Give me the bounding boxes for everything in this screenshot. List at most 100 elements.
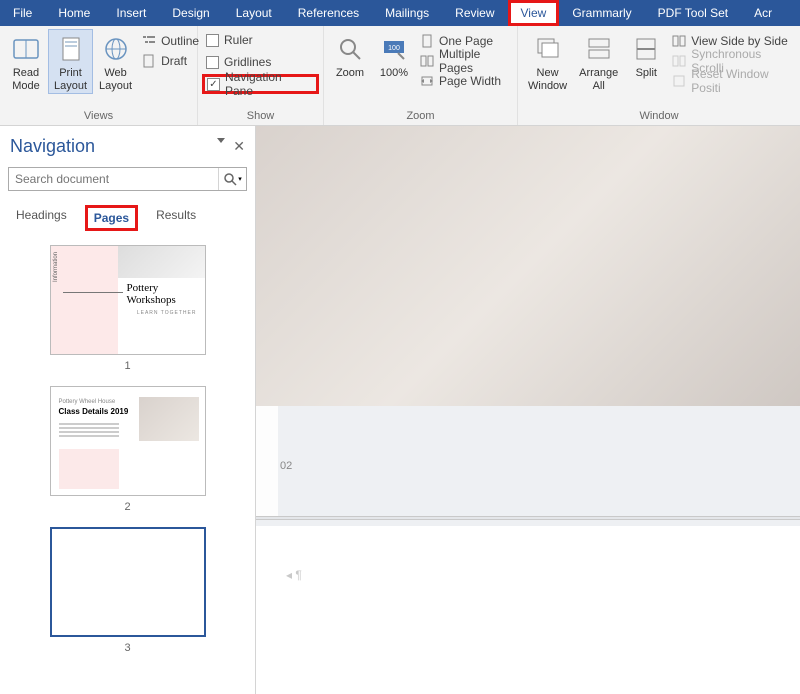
thumb1-sub: LEARN TOGETHER — [137, 310, 197, 316]
multiple-pages-button[interactable]: Multiple Pages — [416, 51, 513, 71]
checkbox-icon — [206, 56, 219, 69]
main-area: Navigation ✕ ▾ Headings Pages Results In… — [0, 126, 800, 694]
draft-button[interactable]: Draft — [138, 51, 203, 71]
sync-scroll-icon — [672, 54, 686, 68]
page-thumbnail-3[interactable] — [50, 527, 206, 637]
web-layout-label: Web Layout — [99, 67, 132, 93]
thumb2-kicker: Pottery Wheel House — [59, 399, 116, 405]
ribbon-group-zoom: Zoom 100 100% One Page Multiple Pages Pa… — [324, 26, 518, 125]
tab-references[interactable]: References — [285, 0, 372, 26]
side-by-side-label: View Side by Side — [691, 34, 788, 48]
navigation-panel: Navigation ✕ ▾ Headings Pages Results In… — [0, 126, 256, 694]
thumbnail-item: Information Pottery Workshops LEARN TOGE… — [0, 245, 255, 372]
new-window-label: New Window — [528, 67, 567, 93]
thumbnail-item: 3 — [0, 527, 255, 654]
tab-insert[interactable]: Insert — [103, 0, 159, 26]
document-area[interactable]: ↵ ↵ ↵ ↵ ↵ ↵ 02 ◂ ¶ — [256, 126, 800, 694]
search-icon — [223, 172, 237, 186]
thumb-number: 2 — [124, 501, 130, 513]
web-layout-button[interactable]: Web Layout — [93, 29, 138, 94]
print-layout-label: Print Layout — [54, 67, 87, 93]
document-page-next — [256, 526, 800, 694]
page-thumbnails: Information Pottery Workshops LEARN TOGE… — [0, 237, 255, 694]
one-page-icon — [420, 34, 434, 48]
checkbox-checked-icon: ✓ — [207, 78, 220, 91]
arrange-all-label: Arrange All — [579, 67, 618, 93]
tab-view[interactable]: View — [508, 0, 560, 26]
nav-tab-results[interactable]: Results — [150, 205, 202, 231]
thumb1-info: Information — [53, 252, 59, 282]
ribbon-group-window: New Window Arrange All Split View Side b… — [518, 26, 800, 125]
arrange-all-button[interactable]: Arrange All — [573, 29, 624, 94]
search-button[interactable]: ▾ — [218, 168, 246, 190]
tab-review[interactable]: Review — [442, 0, 507, 26]
ribbon-group-views: Read Mode Print Layout Web Layout Outlin… — [0, 26, 198, 125]
navigation-search: ▾ — [8, 167, 247, 191]
dropdown-icon[interactable] — [217, 138, 225, 143]
zoom-icon — [334, 33, 366, 65]
draft-icon — [142, 54, 156, 68]
read-mode-button[interactable]: Read Mode — [4, 29, 48, 94]
page-number: 02 — [280, 460, 292, 472]
new-window-icon — [532, 33, 564, 65]
show-group-label: Show — [198, 108, 323, 125]
checkbox-icon — [206, 34, 219, 47]
arrange-all-icon — [583, 33, 615, 65]
page-width-button[interactable]: Page Width — [416, 71, 513, 91]
split-button[interactable]: Split — [624, 29, 668, 81]
tab-acrobat[interactable]: Acr — [741, 0, 785, 26]
navigation-tabs: Headings Pages Results — [0, 195, 255, 237]
window-group-label: Window — [518, 108, 800, 125]
zoom-100-button[interactable]: 100 100% — [372, 29, 416, 81]
navigation-header: Navigation ✕ — [0, 126, 255, 163]
side-by-side-icon — [672, 34, 686, 48]
outline-icon — [142, 34, 156, 48]
tab-grammarly[interactable]: Grammarly — [559, 0, 644, 26]
tab-mailings[interactable]: Mailings — [372, 0, 442, 26]
navigation-title: Navigation — [10, 136, 217, 157]
page-thumbnail-1[interactable]: Information Pottery Workshops LEARN TOGE… — [50, 245, 206, 355]
read-mode-label: Read Mode — [12, 67, 40, 93]
ribbon-tab-bar: File Home Insert Design Layout Reference… — [0, 0, 800, 26]
page-width-label: Page Width — [439, 74, 501, 88]
tab-pdf-tool-set[interactable]: PDF Tool Set — [645, 0, 741, 26]
close-icon[interactable]: ✕ — [233, 138, 245, 155]
print-layout-button[interactable]: Print Layout — [48, 29, 93, 94]
svg-text:100: 100 — [388, 45, 400, 52]
web-layout-icon — [100, 33, 132, 65]
multiple-pages-icon — [420, 54, 434, 68]
zoom-label: Zoom — [336, 67, 364, 80]
thumb1-title: Pottery Workshops — [127, 282, 197, 306]
read-mode-icon — [10, 33, 42, 65]
new-window-button[interactable]: New Window — [522, 29, 573, 94]
reset-position-label: Reset Window Positi — [691, 67, 792, 95]
ruler-label: Ruler — [224, 33, 253, 47]
navigation-pane-checkbox[interactable]: ✓Navigation Pane — [202, 74, 319, 94]
reset-window-position-button[interactable]: Reset Window Positi — [668, 71, 796, 91]
outline-button[interactable]: Outline — [138, 31, 203, 51]
views-group-label: Views — [0, 108, 197, 125]
document-image — [256, 126, 800, 406]
nav-tab-headings[interactable]: Headings — [10, 205, 73, 231]
tab-home[interactable]: Home — [45, 0, 103, 26]
zoom-100-label: 100% — [380, 67, 408, 80]
paragraph-mark-icon: ◂ ¶ — [286, 568, 302, 582]
outline-label: Outline — [161, 34, 199, 48]
navigation-pane-label: Navigation Pane — [225, 70, 310, 98]
search-input[interactable] — [9, 168, 218, 190]
thumbnail-item: Pottery Wheel House Class Details 2019 2 — [0, 386, 255, 513]
tab-design[interactable]: Design — [159, 0, 222, 26]
page-thumbnail-2[interactable]: Pottery Wheel House Class Details 2019 — [50, 386, 206, 496]
nav-tab-pages[interactable]: Pages — [85, 205, 138, 231]
zoom-group-label: Zoom — [324, 108, 517, 125]
reset-position-icon — [672, 74, 686, 88]
print-layout-icon — [55, 33, 87, 65]
ribbon-group-show: Ruler Gridlines ✓Navigation Pane Show — [198, 26, 324, 125]
zoom-100-icon: 100 — [378, 33, 410, 65]
page-width-icon — [420, 74, 434, 88]
zoom-button[interactable]: Zoom — [328, 29, 372, 81]
tab-layout[interactable]: Layout — [223, 0, 285, 26]
gridlines-checkbox[interactable]: Gridlines — [202, 52, 319, 72]
ruler-checkbox[interactable]: Ruler — [202, 30, 319, 50]
tab-file[interactable]: File — [0, 0, 45, 26]
